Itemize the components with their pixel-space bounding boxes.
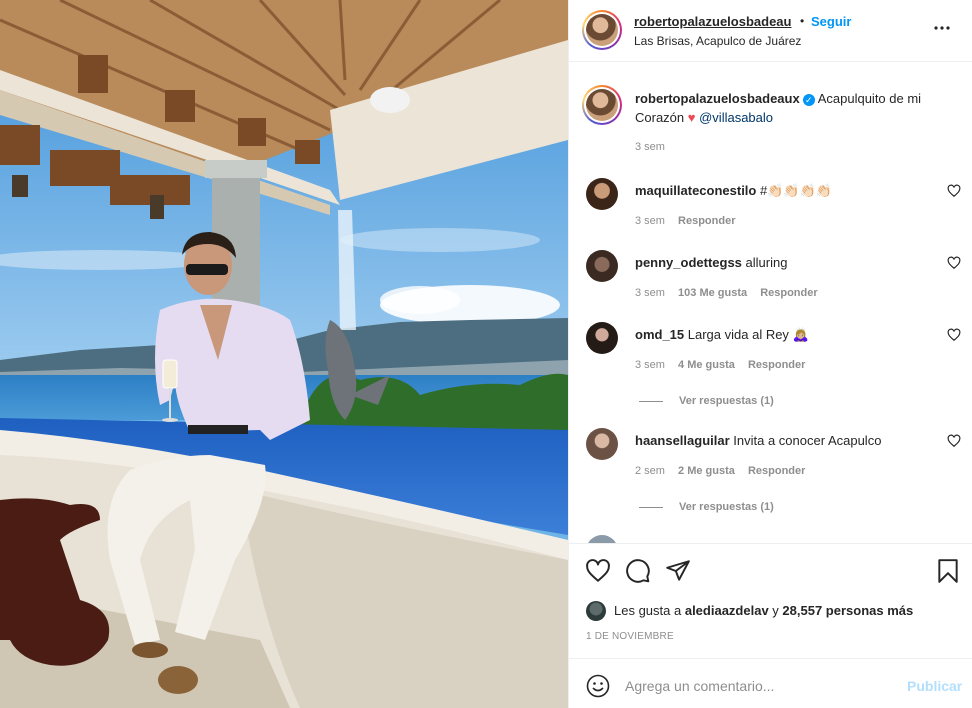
view-replies-label: Ver respuestas (1)	[679, 501, 774, 513]
comment-body: #👏🏻👏🏻👏🏻👏🏻	[760, 183, 832, 198]
post-actions: Les gusta a alediaazdelav y 28,557 perso…	[569, 543, 972, 658]
like-comment-heart-icon[interactable]	[947, 184, 961, 198]
comment-time[interactable]: 3 sem	[635, 359, 665, 371]
comment-text: haansellaguilar Invita a conocer Acapulc…	[635, 433, 935, 449]
commenter-username[interactable]: maquillateconestilo	[635, 183, 756, 198]
likes-prefix: Les gusta a	[614, 603, 682, 618]
comment-likes[interactable]: 4 Me gusta	[678, 359, 735, 371]
separator-dot: •	[800, 14, 805, 28]
liker-avatar[interactable]	[586, 601, 606, 621]
comment-time[interactable]: 2 sem	[635, 465, 665, 477]
comment-body: Larga vida al Rey 🙇🏼‍♀️	[687, 327, 809, 342]
share-icon[interactable]	[665, 558, 691, 584]
bookmark-icon[interactable]	[935, 558, 961, 584]
comment-meta: 3 sem 103 Me gusta Responder	[635, 287, 828, 299]
add-comment-bar: Publicar	[569, 658, 972, 708]
follow-button[interactable]: Seguir	[811, 14, 851, 29]
comment-meta: 3 sem Responder	[635, 215, 746, 227]
comment-likes[interactable]: 2 Me gusta	[678, 465, 735, 477]
post-photo[interactable]	[0, 0, 568, 708]
caption-username[interactable]: robertopalazuelosbadeaux	[635, 91, 800, 106]
like-comment-heart-icon[interactable]	[947, 328, 961, 342]
commenter-avatar[interactable]	[586, 250, 618, 282]
publish-comment-button[interactable]: Publicar	[907, 678, 962, 694]
comment-text: maquillateconestilo #👏🏻👏🏻👏🏻👏🏻	[635, 183, 935, 199]
author-avatar[interactable]	[582, 10, 622, 50]
like-comment-heart-icon[interactable]	[947, 434, 961, 448]
comment-body: alluring	[745, 255, 788, 270]
post-header: robertopalazuelosbadeau • Seguir Las Bri…	[569, 0, 972, 62]
comment-meta: 2 sem 2 Me gusta Responder	[635, 465, 815, 477]
commenter-avatar[interactable]	[586, 428, 618, 460]
caption-time[interactable]: 3 sem	[635, 141, 665, 153]
comment-icon[interactable]	[625, 558, 651, 584]
caption-mention[interactable]: @villasabalo	[699, 110, 773, 125]
comment-body: Invita a conocer Acapulco	[733, 433, 882, 448]
red-heart-emoji: ♥	[687, 110, 696, 125]
reply-button[interactable]: Responder	[760, 287, 817, 299]
reply-button[interactable]: Responder	[748, 465, 805, 477]
likes-count[interactable]: 28,557 personas más	[782, 603, 913, 618]
liker-username[interactable]: alediaazdelav	[685, 603, 769, 618]
comment-text: penny_odettegss alluring	[635, 255, 935, 271]
post-details-panel: robertopalazuelosbadeau • Seguir Las Bri…	[568, 0, 972, 708]
emoji-smile-icon[interactable]	[586, 674, 610, 698]
comment-likes[interactable]: 103 Me gusta	[678, 287, 747, 299]
post-date[interactable]: 1 DE NOVIEMBRE	[586, 631, 674, 642]
comment-time[interactable]: 3 sem	[635, 215, 665, 227]
verified-badge-icon: ✓	[802, 94, 815, 106]
commenter-username[interactable]: penny_odettegss	[635, 255, 742, 270]
reply-button[interactable]: Responder	[678, 215, 735, 227]
likes-connector: y	[772, 603, 779, 618]
caption-avatar[interactable]	[582, 85, 622, 125]
comment-time[interactable]: 3 sem	[635, 287, 665, 299]
like-comment-heart-icon[interactable]	[947, 256, 961, 270]
commenter-username[interactable]: haansellaguilar	[635, 433, 730, 448]
caption-text: robertopalazuelosbadeaux ✓ Acapulquito de …	[635, 89, 955, 127]
comments-list[interactable]: robertopalazuelosbadeaux ✓ Acapulquito de …	[569, 63, 972, 543]
commenter-username[interactable]: omd_15	[635, 327, 684, 342]
comment-input[interactable]	[625, 673, 895, 699]
comment-meta: 3 sem 4 Me gusta Responder	[635, 359, 815, 371]
more-horizontal-icon[interactable]	[934, 20, 950, 41]
commenter-avatar[interactable]	[586, 535, 618, 543]
view-replies-button[interactable]: Ver respuestas (1)	[639, 501, 774, 513]
author-username[interactable]: robertopalazuelosbadeau	[634, 14, 791, 29]
reply-button[interactable]: Responder	[748, 359, 805, 371]
heart-icon[interactable]	[585, 558, 611, 584]
comment-text: omd_15 Larga vida al Rey 🙇🏼‍♀️	[635, 327, 935, 343]
commenter-avatar[interactable]	[586, 322, 618, 354]
post-location[interactable]: Las Brisas, Acapulco de Juárez	[634, 34, 801, 48]
view-replies-label: Ver respuestas (1)	[679, 395, 774, 407]
commenter-avatar[interactable]	[586, 178, 618, 210]
view-replies-button[interactable]: Ver respuestas (1)	[639, 395, 774, 407]
